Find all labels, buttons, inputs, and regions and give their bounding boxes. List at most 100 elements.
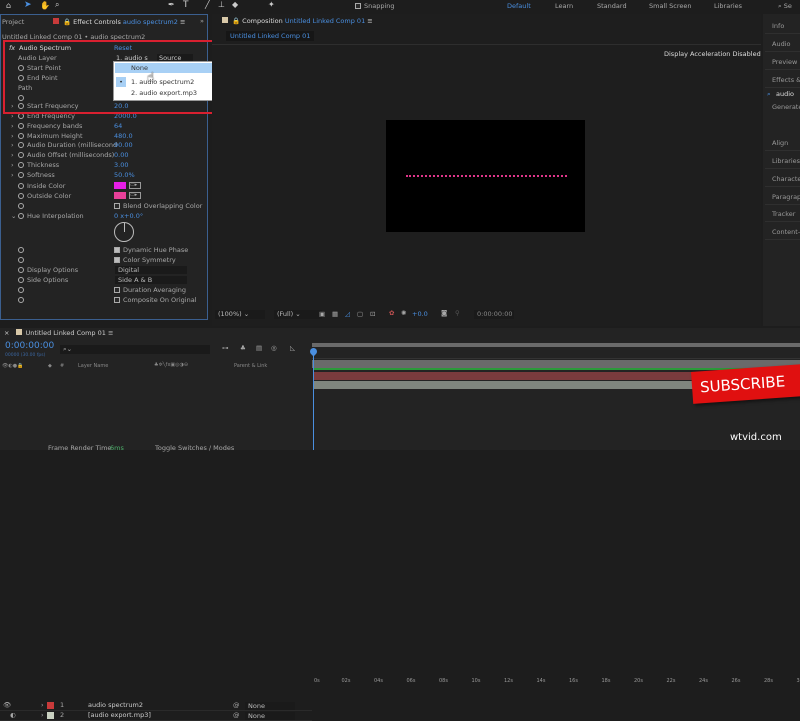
search-help-input[interactable]: ⌕ Se [778,2,792,11]
puppet-tool-icon[interactable]: ✦ [268,0,275,9]
stopwatch-icon[interactable] [18,287,24,293]
timeline-search-input[interactable]: ⌕⌄ [60,345,210,354]
label-color[interactable] [47,712,54,719]
layer-row[interactable]: 👁›1audio spectrum2@None [0,701,312,711]
region-of-interest-icon[interactable]: ▣ [319,310,325,318]
stopwatch-icon[interactable] [18,133,24,139]
right-panel-item[interactable]: Content-A [772,228,800,236]
mask-visibility-icon[interactable]: ◿ [345,310,350,318]
expand-arrow-icon[interactable]: › [11,141,14,149]
stopwatch-icon[interactable] [18,183,24,189]
stopwatch-icon[interactable] [18,193,24,199]
channels-icon[interactable]: ✿ [389,309,394,317]
inside-color-swatch[interactable] [114,182,126,189]
stamp-tool-icon[interactable]: ⊥ [218,0,225,9]
tab-composition[interactable]: 🔒 Composition Untitled Linked Comp 01 ≡ [222,17,373,25]
draft-3d-icon[interactable]: ♣ [240,344,246,352]
exposure-icon[interactable]: ✺ [401,309,406,317]
dropdown-option-audio-spectrum2[interactable]: •1. audio spectrum2 [115,77,218,87]
stopwatch-icon[interactable] [18,172,24,178]
toggle-switches-modes[interactable]: Toggle Switches / Modes [155,444,234,452]
col-layer-name[interactable]: Layer Name [78,363,108,369]
resolution-select[interactable]: (Full) ⌄ [274,310,322,319]
stopwatch-icon[interactable] [18,152,24,158]
comp-flowchart-icon[interactable]: ⊶ [222,344,229,352]
layer-name[interactable]: [audio export.mp3] [88,711,151,719]
stopwatch-icon[interactable] [18,203,24,209]
expand-arrow-icon[interactable]: › [11,122,14,130]
transparency-grid-icon[interactable]: ▦ [332,310,338,318]
visibility-icon[interactable]: 👁 [3,701,11,709]
stopwatch-icon[interactable] [18,162,24,168]
workspace-libraries[interactable]: Libraries [714,2,742,10]
right-panel-item[interactable]: Character [772,175,800,183]
stopwatch-icon[interactable] [18,123,24,129]
workspace-standard[interactable]: Standard [597,2,627,10]
motion-blur-icon[interactable]: ◎ [271,344,277,352]
stopwatch-icon[interactable] [18,297,24,303]
stopwatch-icon[interactable] [18,257,24,263]
comp-subtab[interactable]: Untitled Linked Comp 01 [226,31,314,41]
col-parent[interactable]: Parent & Link [234,363,267,369]
right-panel-item[interactable]: Audio [772,40,790,48]
guides-icon[interactable]: ▢ [357,310,363,318]
snapshot-icon[interactable]: ◙ [441,309,447,317]
expand-arrow-icon[interactable]: › [11,132,14,140]
hue-value[interactable]: 0 x+0.0° [114,212,143,220]
parent-select[interactable]: None [245,702,295,710]
expand-arrow-icon[interactable]: › [11,151,14,159]
dynamic-hue-phase-checkbox[interactable] [114,247,120,253]
expand-arrow-icon[interactable]: › [41,711,44,719]
property-value[interactable]: 3.00 [114,161,128,169]
exposure-value[interactable]: +0.0 [412,310,428,318]
snapping-checkbox[interactable]: Snapping [355,2,395,10]
layer-name[interactable]: audio spectrum2 [88,701,143,709]
composite-on-original-checkbox[interactable] [114,297,120,303]
right-panel-item[interactable]: Libraries [772,157,800,165]
outside-color-swatch[interactable] [114,192,126,199]
display-options-select[interactable]: Digital [115,266,187,274]
dropdown-option-none[interactable]: None [115,63,218,73]
workspace-small-screen[interactable]: Small Screen [649,2,691,10]
graph-editor-icon[interactable]: ◺ [290,344,295,352]
label-color[interactable] [47,702,54,709]
property-value[interactable]: 480.0 [114,132,133,140]
right-panel-item[interactable]: Align [772,139,788,147]
time-ruler[interactable] [312,348,800,359]
layer-row[interactable]: ◐›2[audio export.mp3]@None [0,711,312,721]
tab-effect-controls[interactable]: 🔒 Effect Controls audio spectrum2 ≡ [53,18,185,26]
side-options-select[interactable]: Side A & B [115,276,187,284]
audio-icon[interactable]: ◐ [10,711,16,719]
tab-project[interactable]: Project [2,18,24,26]
grid-icon[interactable]: ⊡ [370,310,375,318]
time-navigator[interactable] [312,343,800,347]
timeline-tab[interactable]: × Untitled Linked Comp 01 ≡ [4,329,113,337]
expand-arrow-icon[interactable]: › [11,171,14,179]
current-time-display[interactable]: 0:00:00:00 [474,310,514,319]
brush-tool-icon[interactable]: ╱ [205,0,210,9]
property-value[interactable]: 64 [114,122,122,130]
panel-expand-icon[interactable]: » [200,17,204,25]
pickwhip-icon[interactable]: @ [233,701,240,709]
pen-tool-icon[interactable]: ✒ [168,0,175,9]
playhead[interactable] [313,348,314,450]
right-panel-item[interactable]: Preview [772,58,797,66]
right-panel-item[interactable]: Effects & P [772,76,800,84]
property-value[interactable]: 0.00 [114,151,128,159]
expand-arrow-icon[interactable]: › [11,161,14,169]
eraser-tool-icon[interactable]: ◆ [232,0,238,9]
selection-tool-icon[interactable]: ➤ [24,0,32,10]
work-area-bar[interactable] [312,360,800,368]
color-symmetry-checkbox[interactable] [114,257,120,263]
property-value[interactable]: 50.0% [114,171,135,179]
timeline-timecode[interactable]: 0:00:00:00 [5,341,54,351]
workspace-learn[interactable]: Learn [555,2,573,10]
stopwatch-icon[interactable] [18,213,24,219]
eyedropper-icon[interactable]: ▭▸ [129,182,141,189]
parent-select[interactable]: None [245,712,295,720]
text-tool-icon[interactable]: T [183,0,189,10]
hand-tool-icon[interactable]: ✋ [40,1,50,10]
duration-averaging-checkbox[interactable] [114,287,120,293]
stopwatch-icon[interactable] [18,142,24,148]
hue-dial[interactable] [114,222,134,242]
